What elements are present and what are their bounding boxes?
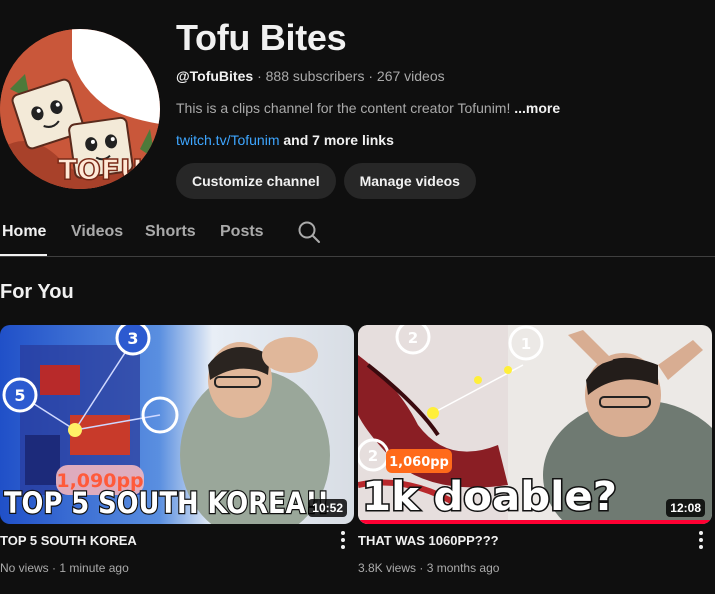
hit-number: 2 <box>408 329 418 347</box>
channel-links: twitch.tv/Tofunim and 7 more links <box>176 130 706 150</box>
channel-description[interactable]: This is a clips channel for the content … <box>176 98 706 118</box>
manage-videos-button[interactable]: Manage videos <box>343 163 476 199</box>
hit-number: 2 <box>368 447 378 465</box>
meta-separator: · <box>257 68 262 84</box>
more-vert-icon[interactable] <box>340 531 346 551</box>
video-title[interactable]: THAT WAS 1060PP??? <box>358 533 499 549</box>
channel-avatar[interactable]: TOFU <box>0 29 160 189</box>
watch-progress-bar <box>358 520 712 524</box>
video-duration: 10:52 <box>308 499 347 517</box>
video-card[interactable]: 2 1 2 1,060pp 1k doable? 12:08 THAT WAS … <box>358 325 712 575</box>
video-duration: 12:08 <box>666 499 705 517</box>
video-meta: 3.8K views · 3 months ago <box>358 561 499 575</box>
more-links-button[interactable]: and 7 more links <box>283 132 393 148</box>
view-count: No views <box>0 561 49 575</box>
subscriber-count: 888 subscribers <box>265 68 365 84</box>
video-meta: No views · 1 minute ago <box>0 561 129 575</box>
video-thumbnail[interactable]: 2 1 2 1,060pp 1k doable? 12:08 <box>358 325 712 524</box>
upload-age: 1 minute ago <box>59 561 129 575</box>
channel-handle: @TofuBites <box>176 68 254 84</box>
channel-header: Tofu Bites @TofuBites · 888 subscribers … <box>176 18 706 199</box>
more-vert-icon[interactable] <box>698 531 704 551</box>
thumbnail-headline: 1k doable? <box>362 474 617 520</box>
avatar-image: TOFU <box>0 29 160 189</box>
video-title[interactable]: TOP 5 SOUTH KOREA <box>0 533 137 549</box>
tab-posts[interactable]: Posts <box>220 222 264 242</box>
description-text: This is a clips channel for the content … <box>176 100 511 116</box>
tab-home[interactable]: Home <box>2 222 46 242</box>
twitch-link[interactable]: twitch.tv/Tofunim <box>176 132 279 148</box>
thumbnail-headline: TOP 5 SOUTH KOREA!! <box>4 486 329 520</box>
meta-separator: · <box>419 561 424 575</box>
search-icon[interactable] <box>297 220 321 244</box>
channel-meta: @TofuBites · 888 subscribers · 267 video… <box>176 66 706 86</box>
video-thumbnail[interactable]: 5 3 1,090pp TOP 5 SOUTH KOREA!! 10:52 <box>0 325 354 524</box>
description-more-link[interactable]: ...more <box>514 100 560 116</box>
thumbnail-image: 5 3 1,090pp TOP 5 SOUTH KOREA!! <box>0 325 354 524</box>
pp-badge: 1,060pp <box>389 455 449 470</box>
active-tab-indicator <box>0 254 47 256</box>
tab-videos[interactable]: Videos <box>71 222 123 242</box>
section-title: For You <box>0 281 74 303</box>
avatar-logo-text: TOFU <box>58 153 143 186</box>
tab-shorts[interactable]: Shorts <box>145 222 196 242</box>
channel-title: Tofu Bites <box>176 17 347 58</box>
upload-age: 3 months ago <box>426 561 500 575</box>
meta-separator: · <box>368 68 374 84</box>
channel-tabs: Home Videos Shorts Posts <box>0 210 715 257</box>
video-count: 267 videos <box>376 68 445 84</box>
hit-number: 1 <box>521 335 531 353</box>
thumbnail-image: 2 1 2 1,060pp 1k doable? <box>358 325 712 524</box>
view-count: 3.8K views <box>358 561 417 575</box>
hit-number: 5 <box>14 386 25 405</box>
customize-channel-button[interactable]: Customize channel <box>176 163 336 199</box>
video-card[interactable]: 5 3 1,090pp TOP 5 SOUTH KOREA!! 10:52 TO… <box>0 325 354 575</box>
hit-number: 3 <box>127 329 138 348</box>
meta-separator: · <box>52 561 57 575</box>
channel-actions: Customize channel Manage videos <box>176 163 706 199</box>
